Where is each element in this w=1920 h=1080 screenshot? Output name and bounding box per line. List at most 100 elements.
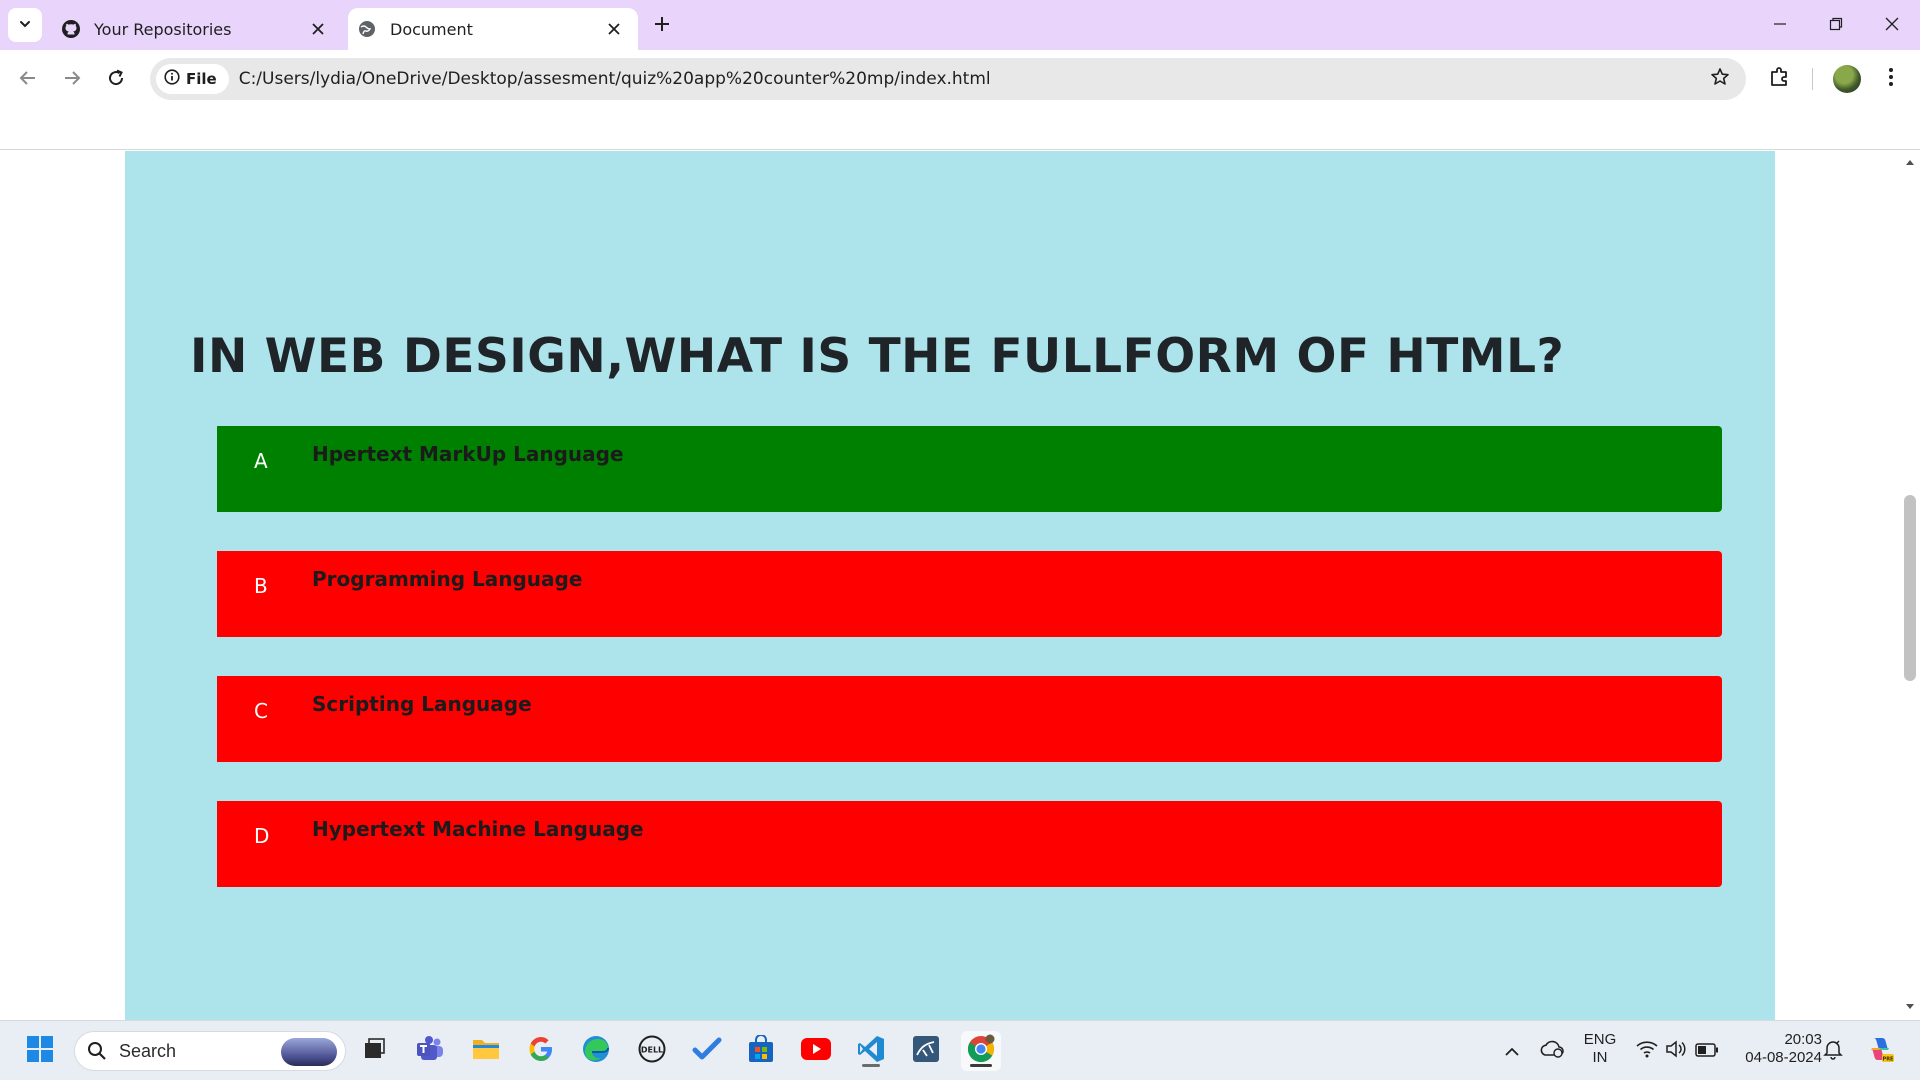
vscode-icon: [857, 1035, 885, 1067]
option-text: Hpertext MarkUp Language: [312, 442, 624, 466]
bookmark-star-button[interactable]: [1702, 61, 1738, 97]
region-code: IN: [1592, 1049, 1608, 1066]
todo-app[interactable]: [687, 1031, 727, 1071]
windows-logo-icon: [26, 1035, 54, 1067]
chrome-app[interactable]: [961, 1031, 1001, 1071]
option-text: Hypertext Machine Language: [312, 817, 644, 841]
new-tab-button[interactable]: [648, 12, 676, 40]
notifications-button[interactable]: [1816, 1031, 1850, 1071]
battery-icon: [1695, 1042, 1719, 1061]
tab-title: Your Repositories: [94, 19, 232, 39]
answer-option-d[interactable]: D Hypertext Machine Language: [217, 801, 1722, 887]
answer-option-a[interactable]: A Hpertext MarkUp Language: [217, 426, 1722, 512]
answer-option-b[interactable]: B Programming Language: [217, 551, 1722, 637]
onedrive-button[interactable]: [1532, 1031, 1572, 1071]
search-label: Search: [119, 1040, 177, 1061]
quiz-panel: IN WEB DESIGN,WHAT IS THE FULLFORM OF HT…: [125, 151, 1775, 1020]
copilot-icon: PRE: [1865, 1034, 1895, 1068]
input-language-indicator[interactable]: ENG IN: [1574, 1031, 1626, 1067]
task-view-icon: [361, 1036, 387, 1066]
volume-status[interactable]: [1660, 1031, 1692, 1071]
vscode-app[interactable]: [851, 1031, 891, 1071]
dell-app[interactable]: DELL: [632, 1031, 672, 1071]
clock[interactable]: 20:03 04-08-2024: [1726, 1031, 1822, 1067]
speaker-icon: [1665, 1040, 1687, 1062]
store-icon: [747, 1034, 775, 1067]
start-button[interactable]: [20, 1031, 60, 1071]
youtube-icon: [800, 1037, 832, 1065]
back-button[interactable]: [12, 64, 44, 96]
folder-icon: [471, 1036, 501, 1066]
active-app-indicator: [970, 1064, 992, 1067]
tab-search-button[interactable]: [8, 8, 42, 42]
page-scrollbar[interactable]: [1900, 151, 1920, 1020]
close-icon: [1885, 16, 1899, 35]
wifi-status[interactable]: [1630, 1031, 1664, 1071]
puzzle-icon: [1769, 66, 1791, 92]
show-hidden-icons-button[interactable]: [1494, 1031, 1530, 1071]
reload-button[interactable]: [100, 64, 132, 96]
restore-button[interactable]: [1808, 0, 1864, 50]
mysql-workbench-icon: [912, 1035, 940, 1067]
svg-text:PRE: PRE: [1883, 1057, 1895, 1063]
option-letter: A: [254, 449, 268, 473]
battery-status[interactable]: [1690, 1031, 1724, 1071]
site-info-chip[interactable]: File: [156, 64, 229, 94]
svg-text:DELL: DELL: [641, 1046, 663, 1055]
restore-icon: [1829, 16, 1843, 35]
file-explorer-app[interactable]: [466, 1031, 506, 1071]
minimize-button[interactable]: [1752, 0, 1808, 50]
clock-date: 04-08-2024: [1745, 1049, 1822, 1066]
scroll-down-icon[interactable]: [1905, 1002, 1915, 1012]
answer-option-c[interactable]: C Scripting Language: [217, 676, 1722, 762]
close-tab-icon[interactable]: [306, 17, 330, 41]
reload-icon: [106, 68, 126, 92]
tab-strip: Your Repositories Document: [0, 0, 1920, 50]
taskbar-search[interactable]: Search: [74, 1031, 346, 1071]
teams-app[interactable]: [410, 1031, 450, 1071]
arrow-left-icon: [18, 68, 38, 92]
notification-bell-icon: [1823, 1038, 1843, 1064]
browser-menu-button[interactable]: [1876, 58, 1906, 100]
cloud-sync-icon: [1539, 1039, 1565, 1063]
close-window-button[interactable]: [1864, 0, 1920, 50]
windows-taskbar: Search DELL ENG IN 20:03 04-08-2024 PRE: [0, 1020, 1920, 1080]
microsoft-store-app[interactable]: [741, 1031, 781, 1071]
tab-document[interactable]: Document: [348, 8, 638, 50]
youtube-app[interactable]: [796, 1031, 836, 1071]
copilot-button[interactable]: PRE: [1860, 1031, 1900, 1071]
option-letter: B: [254, 574, 268, 598]
extensions-button[interactable]: [1762, 58, 1798, 100]
close-tab-icon[interactable]: [602, 17, 626, 41]
running-indicator: [862, 1064, 880, 1067]
more-vert-icon: [1888, 67, 1894, 91]
url-text[interactable]: C:/Users/lydia/OneDrive/Desktop/assesmen…: [239, 69, 1702, 89]
search-icon: [87, 1041, 107, 1061]
minimize-icon: [1773, 16, 1787, 35]
scroll-up-icon[interactable]: [1905, 157, 1915, 167]
mysql-workbench-app[interactable]: [906, 1031, 946, 1071]
option-text: Scripting Language: [312, 692, 532, 716]
arrow-right-icon: [62, 68, 82, 92]
google-g-icon: [527, 1035, 555, 1067]
plus-icon: [654, 16, 670, 36]
avatar: [1833, 65, 1861, 93]
site-info-label: File: [186, 70, 217, 88]
edge-app[interactable]: [576, 1031, 616, 1071]
task-view-button[interactable]: [354, 1031, 394, 1071]
github-icon: [60, 18, 82, 40]
google-app[interactable]: [521, 1031, 561, 1071]
edge-icon: [581, 1034, 611, 1068]
teams-icon: [415, 1035, 445, 1067]
search-highlight-image: [281, 1038, 337, 1066]
forward-button[interactable]: [56, 64, 88, 96]
info-icon: [164, 69, 186, 89]
scrollbar-thumb[interactable]: [1904, 495, 1916, 681]
tab-title: Document: [390, 19, 473, 39]
address-bar[interactable]: File C:/Users/lydia/OneDrive/Desktop/ass…: [150, 58, 1746, 100]
tab-your-repositories[interactable]: Your Repositories: [52, 8, 342, 50]
chevron-down-icon: [18, 16, 32, 35]
globe-icon: [356, 18, 378, 40]
profile-button[interactable]: [1828, 58, 1866, 100]
checkmark-icon: [692, 1036, 722, 1066]
